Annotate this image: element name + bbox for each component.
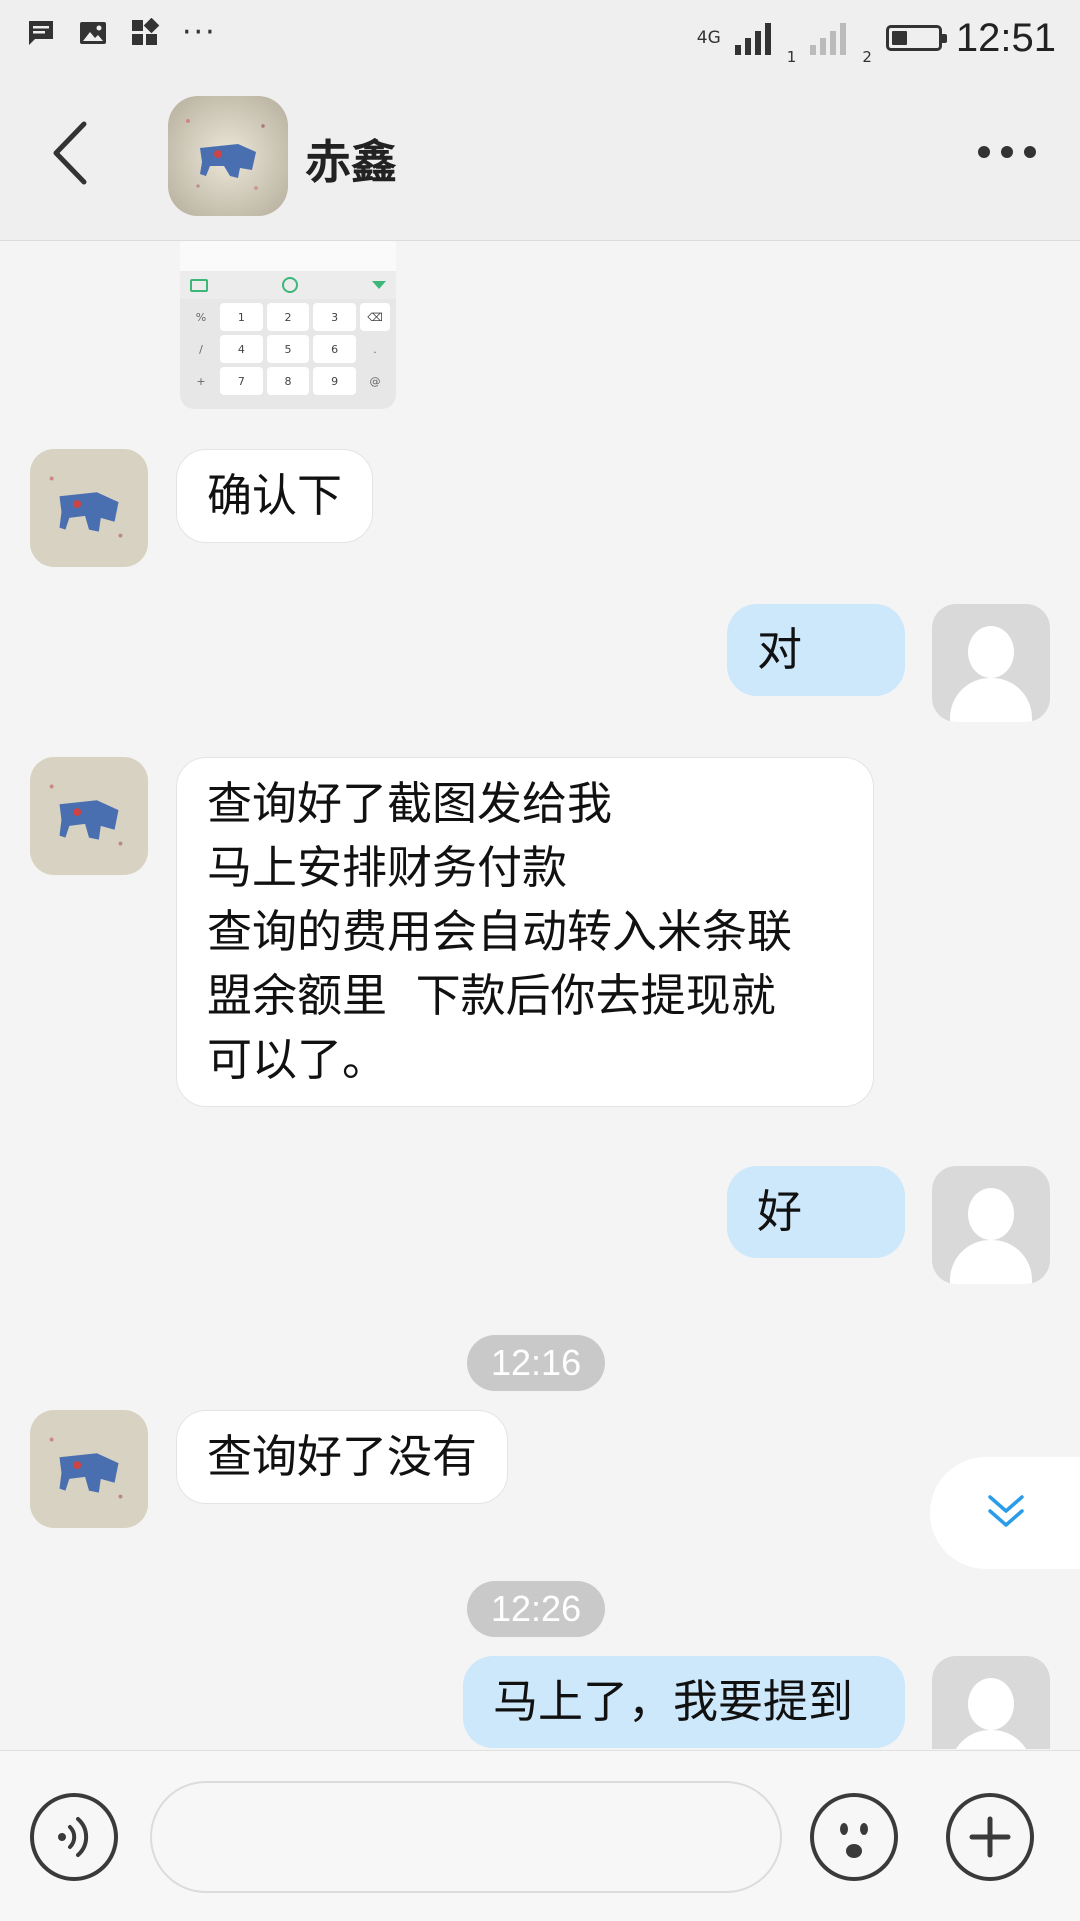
battery-icon bbox=[885, 25, 947, 51]
status-bar: ··· 4G 1 2 12:51 bbox=[0, 0, 1080, 74]
key: / bbox=[199, 342, 203, 356]
sender-avatar[interactable] bbox=[30, 757, 148, 875]
key: 7 bbox=[220, 367, 263, 395]
outgoing-message-bubble[interactable]: 对 bbox=[727, 604, 905, 696]
incoming-message-bubble[interactable]: 查询好了没有 bbox=[176, 1410, 509, 1504]
timestamp-divider: 12:16 bbox=[467, 1335, 606, 1391]
default-user-icon bbox=[932, 1166, 1050, 1284]
network-type-label: 4G bbox=[696, 27, 721, 48]
key: 8 bbox=[266, 367, 310, 395]
key: @ bbox=[369, 374, 381, 388]
key: 5 bbox=[266, 335, 310, 363]
message-line: 盟余额里 下款后你去提现就 bbox=[207, 969, 776, 1022]
contact-avatar[interactable] bbox=[168, 96, 288, 216]
key: 4 bbox=[220, 335, 263, 363]
message-line: 查询好了截图发给我 bbox=[207, 777, 613, 830]
sender-photo-image bbox=[30, 757, 148, 875]
keypad-preview: % 1 2 3 ⌫ / 4 5 6 . + 7 8 9 @ bbox=[180, 299, 396, 399]
incoming-message-bubble[interactable]: 确认下 bbox=[176, 449, 374, 543]
outgoing-message-bubble[interactable]: 马上了，我要提到 bbox=[463, 1656, 905, 1748]
sender-photo-image bbox=[30, 449, 148, 567]
smile-icon bbox=[282, 277, 298, 293]
sim1-label: 1 bbox=[786, 48, 797, 66]
signal-sim2-icon bbox=[810, 21, 847, 55]
sim2-label: 2 bbox=[862, 48, 872, 66]
message-line: 查询的费用会自动转入米条联 bbox=[207, 905, 793, 958]
double-chevron-down-icon bbox=[988, 1495, 1024, 1527]
default-user-icon bbox=[932, 604, 1050, 722]
timestamp-divider: 12:26 bbox=[467, 1581, 606, 1637]
chat-input-bar bbox=[0, 1750, 1080, 1921]
key: % bbox=[195, 310, 207, 324]
my-avatar[interactable] bbox=[932, 1656, 1050, 1749]
sender-avatar[interactable] bbox=[30, 449, 148, 567]
image-message-thumbnail[interactable]: % 1 2 3 ⌫ / 4 5 6 . + 7 8 9 @ bbox=[180, 241, 396, 409]
plus-icon bbox=[969, 1816, 1011, 1858]
gallery-notification-icon bbox=[80, 22, 106, 44]
more-menu-icon[interactable] bbox=[978, 146, 1036, 158]
more-notifications-indicator: ··· bbox=[182, 15, 217, 50]
default-user-icon bbox=[932, 1656, 1050, 1749]
outgoing-message-bubble[interactable]: 好 bbox=[727, 1166, 905, 1258]
chat-message-list[interactable]: % 1 2 3 ⌫ / 4 5 6 . + 7 8 9 @ 确认下 对 查询好了… bbox=[0, 241, 1080, 1749]
key: 3 bbox=[313, 303, 356, 331]
sender-photo-image bbox=[30, 1410, 148, 1528]
more-actions-button[interactable] bbox=[946, 1793, 1034, 1881]
key: 6 bbox=[313, 335, 356, 363]
key: + bbox=[196, 374, 206, 388]
incoming-message-bubble[interactable]: 查询好了截图发给我 马上安排财务付款 查询的费用会自动转入米条联 盟余额里 下款… bbox=[176, 757, 874, 1107]
my-avatar[interactable] bbox=[932, 604, 1050, 722]
status-time: 12:51 bbox=[955, 15, 1056, 60]
contact-name: 赤鑫 bbox=[305, 135, 397, 189]
message-input[interactable] bbox=[150, 1781, 782, 1893]
voice-input-button[interactable] bbox=[30, 1793, 118, 1881]
key: 2 bbox=[266, 303, 310, 331]
signal-sim1-icon bbox=[734, 21, 771, 55]
battery-level-fill bbox=[891, 31, 908, 45]
collapse-icon bbox=[372, 281, 386, 289]
message-line: 马上安排财务付款 bbox=[207, 841, 568, 894]
my-avatar[interactable] bbox=[932, 1166, 1050, 1284]
scroll-to-bottom-button[interactable] bbox=[930, 1457, 1080, 1569]
chat-header: 赤鑫 bbox=[0, 74, 1080, 241]
contact-photo-image bbox=[168, 96, 288, 216]
sender-avatar[interactable] bbox=[30, 1410, 148, 1528]
apps-notification-icon bbox=[132, 18, 160, 45]
back-arrow-icon[interactable] bbox=[46, 118, 96, 188]
key: 9 bbox=[313, 367, 356, 395]
emoji-face-icon bbox=[840, 1823, 868, 1858]
voice-wave-icon bbox=[58, 1817, 89, 1857]
message-line: 可以了。 bbox=[207, 1033, 388, 1086]
message-notification-icon bbox=[29, 21, 53, 45]
keyboard-icon bbox=[190, 278, 208, 292]
key: 1 bbox=[220, 303, 263, 331]
key: ⌫ bbox=[360, 303, 390, 331]
emoji-button[interactable] bbox=[810, 1793, 898, 1881]
key: . bbox=[373, 342, 377, 356]
